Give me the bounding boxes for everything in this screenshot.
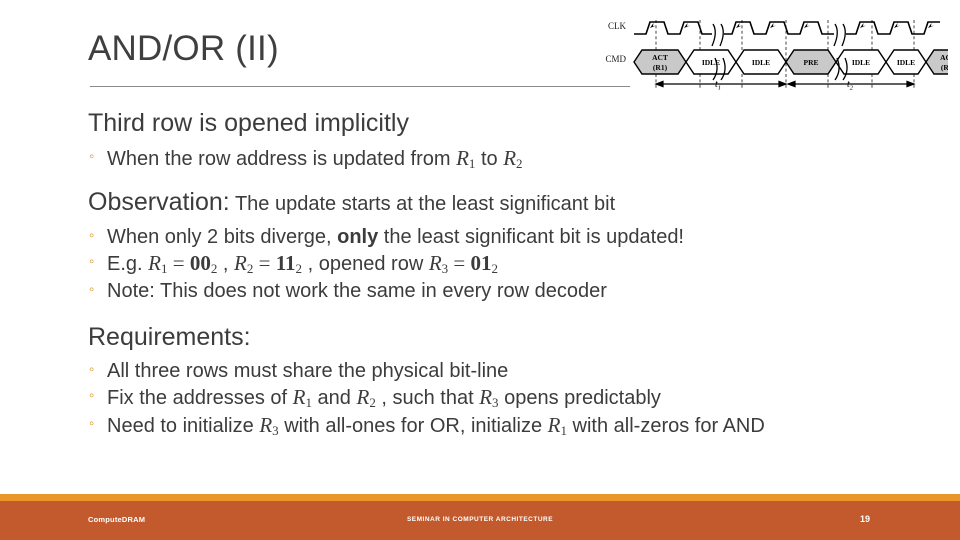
math-value-2: 112: [275, 250, 303, 276]
math-var-r2: R2: [234, 250, 254, 276]
svg-text:t1: t1: [715, 79, 721, 92]
bullet-icon: ◦: [89, 226, 95, 244]
page-title: AND/OR (II): [88, 29, 279, 68]
clk-waveform: [634, 21, 940, 35]
eg-mid-text: opened row: [318, 252, 429, 275]
bullet-text-p3: with all-zeros for AND: [566, 414, 765, 437]
svg-text:t2: t2: [847, 79, 854, 92]
sep-1: ,: [217, 252, 235, 275]
timing-diagram-figure: CLK CMD ACT (R1) IDLE IDLE PRE IDLE IDLE…: [600, 14, 948, 102]
bullet-text: Note: This does not work the same in eve…: [107, 279, 607, 302]
bullet-text-post: the least significant bit is updated!: [378, 225, 684, 248]
math-var-r3: R3: [479, 385, 499, 410]
bullet-icon: ◦: [89, 414, 95, 432]
section1-heading: Third row is opened implicitly: [88, 109, 409, 137]
math-var-r1: R1: [292, 385, 312, 410]
bullet-text-p1: Need to initialize: [107, 414, 260, 437]
bullet-text-p1: Fix the addresses of: [107, 387, 293, 410]
timing-label-cmd: CMD: [605, 54, 626, 64]
section3-bullet-1: ◦ All three rows must share the physical …: [88, 358, 878, 384]
svg-text:ACT: ACT: [940, 53, 948, 62]
bullet-icon: ◦: [89, 147, 95, 165]
footer-accent-strip: [0, 494, 960, 501]
section3-heading: Requirements:: [88, 322, 251, 351]
math-var-r3: R3: [428, 250, 449, 276]
svg-text:IDLE: IDLE: [752, 58, 770, 67]
section2-heading-lead: Observation:: [88, 188, 230, 217]
section2-heading: Observation: The update starts at the le…: [88, 187, 878, 218]
svg-text:(R2): (R2): [941, 63, 948, 72]
section2-bullet-1: ◦ When only 2 bits diverge, only the leas…: [88, 224, 878, 250]
section2-bullet-2: ◦ E.g. R1 = 002 , R2 = 112 , opened row R…: [88, 250, 878, 278]
timing-label-clk: CLK: [608, 21, 627, 31]
bullet-icon: ◦: [89, 361, 95, 379]
bullet-text-mid: to: [475, 147, 504, 170]
sep-2: ,: [302, 252, 319, 275]
section2-heading-rest: The update starts at the least significa…: [229, 193, 616, 216]
section3-bullet-3: ◦ Need to initialize R3 with all-ones for…: [88, 412, 878, 440]
svg-text:PRE: PRE: [804, 58, 819, 67]
title-divider: [90, 86, 630, 87]
bullet-text: When the row address is updated from: [107, 147, 457, 170]
footer-center-label: SEMINAR IN COMPUTER ARCHITECTURE: [406, 516, 554, 523]
math-eq-3: =: [448, 250, 471, 275]
math-var-r1: R1: [547, 412, 567, 438]
section2-bullet-3: ◦ Note: This does not work the same in ev…: [88, 278, 878, 304]
svg-text:ACT: ACT: [652, 53, 668, 62]
footer-page-number: 19: [860, 514, 871, 524]
math-value-3: 012: [470, 250, 499, 276]
svg-text:(R1): (R1): [653, 63, 668, 72]
slide-body: Third row is opened implicitly ◦ When the…: [88, 108, 878, 440]
math-var-r1: R1: [456, 145, 476, 171]
bullet-text-pre: When only 2 bits diverge,: [107, 225, 338, 248]
svg-text:IDLE: IDLE: [897, 58, 915, 67]
math-var-r3: R3: [259, 412, 279, 438]
bullet-text-p2: and: [312, 387, 357, 410]
section3-bullet-2: ◦ Fix the addresses of R1 and R2 , such t…: [88, 384, 878, 412]
math-var-r2: R2: [356, 385, 376, 410]
svg-text:IDLE: IDLE: [852, 58, 870, 67]
math-var-r2: R2: [503, 145, 523, 171]
section1-bullet-1: ◦ When the row address is updated from R1…: [88, 145, 878, 173]
math-var-r1: R1: [148, 250, 168, 276]
interval-labels: t1 t2: [715, 79, 854, 92]
bullet-icon: ◦: [89, 387, 95, 405]
math-value-1: 002: [189, 250, 218, 276]
eg-label: E.g.: [107, 252, 149, 275]
bullet-text-p3: , such that: [375, 387, 480, 410]
bullet-text-p4: opens predictably: [498, 387, 661, 410]
math-eq-2: =: [253, 250, 276, 275]
interval-arrows: [654, 80, 916, 88]
bullet-icon: ◦: [89, 252, 95, 270]
math-eq-1: =: [167, 250, 190, 275]
bullet-text-emphasis: only: [337, 225, 379, 248]
bullet-icon: ◦: [89, 280, 95, 298]
bullet-text: All three rows must share the physical b…: [107, 360, 509, 383]
bullet-text-p2: with all-ones for OR, initialize: [278, 414, 548, 437]
